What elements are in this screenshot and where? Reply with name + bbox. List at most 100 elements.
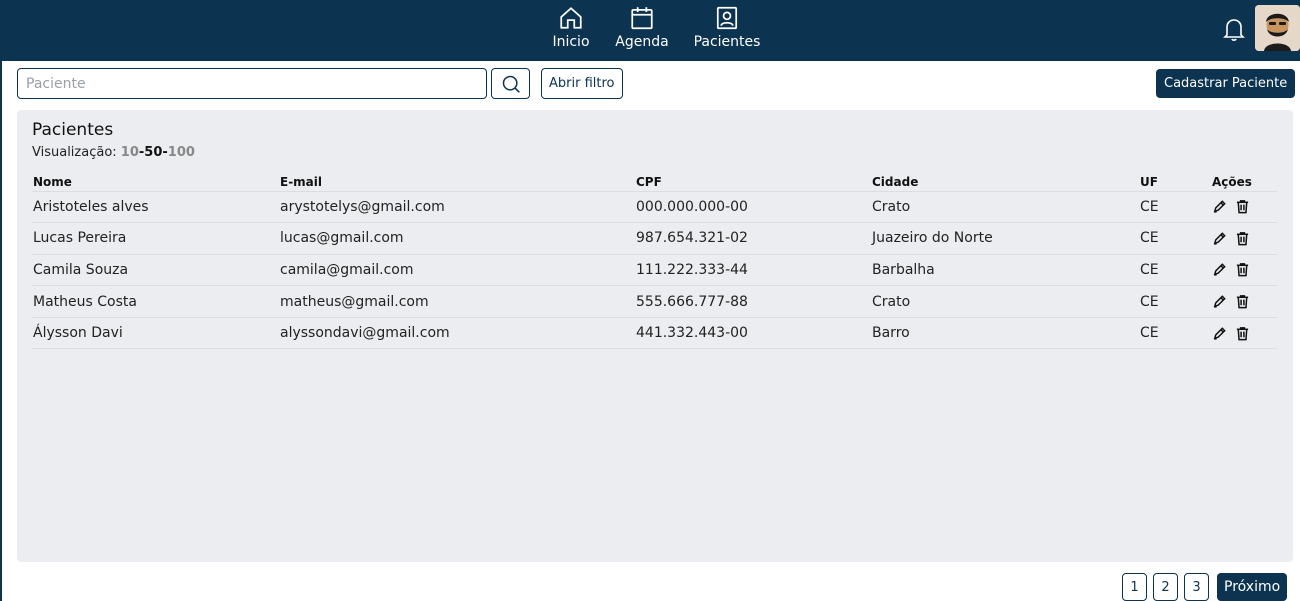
cell-uf: CE: [1139, 222, 1211, 255]
row-actions: [1212, 326, 1277, 341]
edit-button[interactable]: [1212, 231, 1227, 246]
cell-cpf: 555.666.777-88: [635, 285, 871, 318]
column-header-uf: UF: [1139, 172, 1211, 192]
row-actions: [1212, 199, 1277, 214]
table-row: Lucas Pereira lucas@gmail.com 987.654.32…: [32, 222, 1277, 255]
table-row: Camila Souza camila@gmail.com 111.222.33…: [32, 254, 1277, 287]
cell-uf: CE: [1139, 254, 1211, 287]
row-actions: [1212, 294, 1277, 309]
delete-button[interactable]: [1235, 231, 1250, 246]
panel-title: Pacientes: [32, 120, 114, 140]
nav-item-pacientes[interactable]: Pacientes: [694, 0, 760, 61]
cell-nome: Camila Souza: [32, 254, 279, 287]
nav-item-label: Pacientes: [693, 34, 761, 50]
cell-nome: Lucas Pereira: [32, 222, 279, 255]
cell-cidade: Barro: [871, 317, 1139, 350]
cell-email: arystotelys@gmail.com: [279, 191, 635, 224]
cell-cidade: Juazeiro do Norte: [871, 222, 1139, 255]
trash-icon: [1236, 326, 1249, 341]
cell-uf: CE: [1139, 191, 1211, 224]
cell-uf: CE: [1139, 285, 1211, 318]
notifications-button[interactable]: [1222, 16, 1246, 42]
cell-acoes: [1211, 285, 1277, 318]
table-row: Matheus Costa matheus@gmail.com 555.666.…: [32, 285, 1277, 318]
column-header-email: E-mail: [279, 172, 635, 192]
cell-email: alyssondavi@gmail.com: [279, 317, 635, 350]
delete-button[interactable]: [1235, 262, 1250, 277]
home-icon: [560, 7, 582, 29]
page-size-option-10[interactable]: 10: [121, 145, 139, 160]
page-size-selector: Visualização: 10-50-100: [32, 145, 195, 160]
edit-button[interactable]: [1212, 294, 1227, 309]
column-header-acoes: Ações: [1211, 172, 1277, 192]
cell-cidade: Crato: [871, 191, 1139, 224]
edit-button[interactable]: [1212, 262, 1227, 277]
cell-cpf: 000.000.000-00: [635, 191, 871, 224]
edit-pencil-icon: [1213, 232, 1226, 245]
bell-icon: [1223, 19, 1245, 41]
nav-item-label: Agenda: [615, 34, 669, 50]
cell-email: matheus@gmail.com: [279, 285, 635, 318]
patient-search-input[interactable]: [17, 68, 487, 99]
nav-item-agenda[interactable]: Agenda: [615, 0, 669, 61]
edit-button[interactable]: [1212, 199, 1227, 214]
row-actions: [1212, 231, 1277, 246]
column-header-cpf: CPF: [635, 172, 871, 192]
table-row: Aristoteles alves arystotelys@gmail.com …: [32, 191, 1277, 224]
edit-pencil-icon: [1213, 200, 1226, 214]
cell-nome: Aristoteles alves: [32, 191, 279, 224]
cell-acoes: [1211, 222, 1277, 255]
page-size-option-50[interactable]: 50: [144, 145, 162, 160]
column-header-cidade: Cidade: [871, 172, 1139, 192]
cell-cidade: Barbalha: [871, 254, 1139, 287]
page-size-label: Visualização:: [32, 145, 121, 160]
pagination: 1 2 3 Próximo: [1122, 573, 1288, 601]
cell-email: camila@gmail.com: [279, 254, 635, 287]
search-toolbar: Abrir filtro Cadastrar Paciente: [2, 68, 1300, 100]
page-button-2[interactable]: 2: [1153, 573, 1178, 601]
register-patient-button[interactable]: Cadastrar Paciente: [1156, 69, 1296, 98]
edit-pencil-icon: [1213, 263, 1226, 277]
edit-pencil-icon: [1213, 326, 1226, 340]
cell-acoes: [1211, 191, 1277, 224]
trash-icon: [1236, 232, 1249, 246]
page-button-1[interactable]: 1: [1122, 573, 1147, 601]
trash-icon: [1236, 263, 1249, 277]
next-page-button[interactable]: Próximo: [1217, 573, 1288, 601]
user-avatar[interactable]: [1255, 5, 1300, 51]
main-nav: Inicio Agenda Pacientes: [550, 0, 760, 61]
page-size-option-100[interactable]: 100: [168, 145, 195, 160]
patient-card-icon: [716, 6, 738, 30]
cell-uf: CE: [1139, 317, 1211, 350]
calendar-icon: [631, 7, 653, 30]
patients-panel: Pacientes Visualização: 10-50-100 Nome E…: [17, 110, 1293, 562]
edit-button[interactable]: [1212, 326, 1227, 341]
trash-icon: [1236, 200, 1249, 214]
cell-cidade: Crato: [871, 285, 1139, 318]
delete-button[interactable]: [1235, 326, 1250, 341]
table-header-row: Nome E-mail CPF Cidade UF Ações: [32, 172, 1277, 192]
cell-cpf: 441.332.443-00: [635, 317, 871, 350]
nav-item-inicio[interactable]: Inicio: [550, 0, 592, 61]
search-button[interactable]: [491, 68, 530, 99]
nav-item-label: Inicio: [552, 34, 590, 50]
trash-icon: [1236, 295, 1249, 309]
delete-button[interactable]: [1235, 199, 1250, 214]
avatar-illustration: [1255, 5, 1300, 51]
cell-cpf: 111.222.333-44: [635, 254, 871, 287]
row-actions: [1212, 262, 1277, 277]
table-row: Álysson Davi alyssondavi@gmail.com 441.3…: [32, 317, 1277, 350]
delete-button[interactable]: [1235, 294, 1250, 309]
page-button-3[interactable]: 3: [1184, 573, 1209, 601]
cell-cpf: 987.654.321-02: [635, 222, 871, 255]
column-header-nome: Nome: [32, 172, 279, 192]
search-icon: [502, 75, 520, 93]
cell-nome: Álysson Davi: [32, 317, 279, 350]
open-filter-button[interactable]: Abrir filtro: [541, 68, 623, 99]
patients-table: Nome E-mail CPF Cidade UF Ações Aristote…: [32, 172, 1277, 350]
edit-pencil-icon: [1213, 295, 1226, 308]
cell-acoes: [1211, 254, 1277, 287]
cell-email: lucas@gmail.com: [279, 222, 635, 255]
cell-nome: Matheus Costa: [32, 285, 279, 318]
cell-acoes: [1211, 317, 1277, 350]
